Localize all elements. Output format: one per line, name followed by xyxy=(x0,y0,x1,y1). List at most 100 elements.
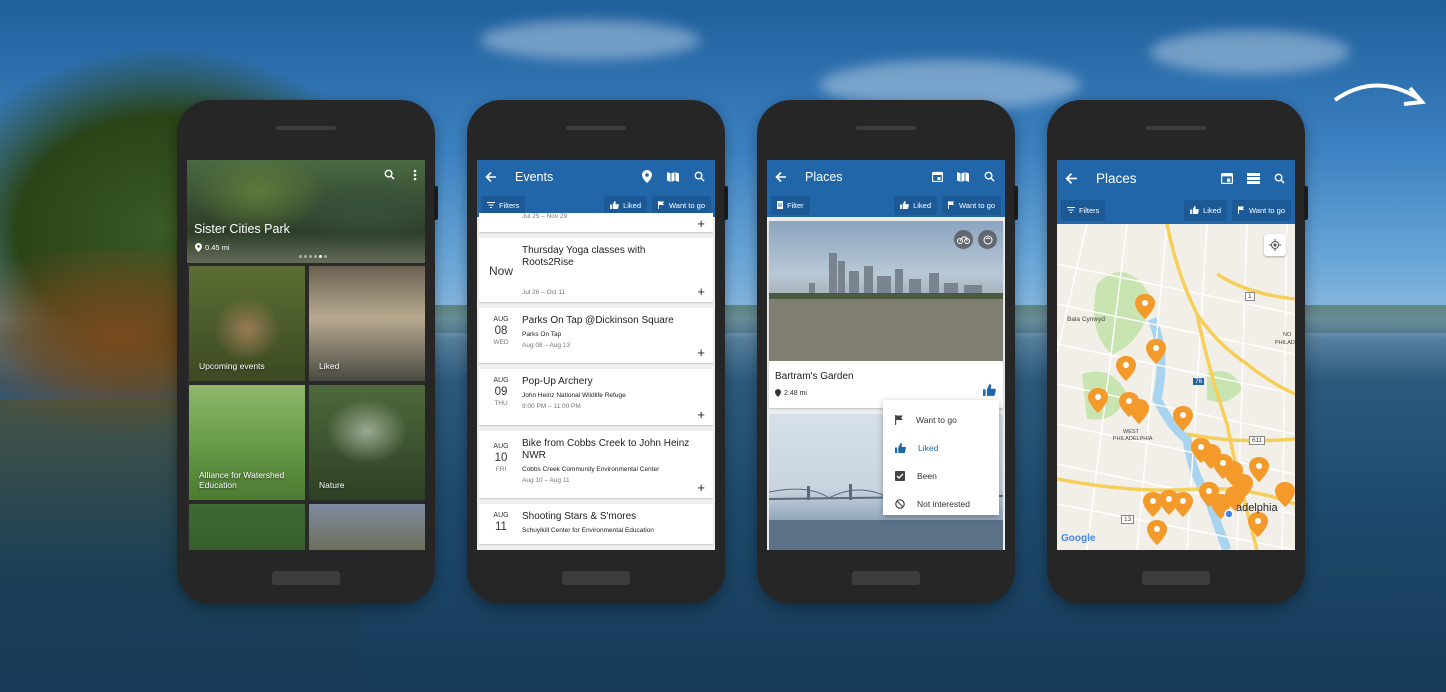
places-screen: Places Filter Liked Want to go Bartram's… xyxy=(767,160,1005,550)
flag-icon xyxy=(1238,206,1245,214)
want-to-go-filter-button[interactable]: Want to go xyxy=(1232,199,1291,221)
menu-liked[interactable]: Liked xyxy=(883,434,999,462)
back-arrow-icon[interactable] xyxy=(1065,172,1078,185)
tile-statue[interactable] xyxy=(309,504,425,550)
check-box-icon xyxy=(895,471,905,481)
map-label: PHILADELPHIA xyxy=(1113,436,1153,442)
block-icon xyxy=(895,499,905,509)
calendar-icon[interactable] xyxy=(929,169,945,185)
search-icon[interactable] xyxy=(981,169,997,185)
location-pin-icon[interactable] xyxy=(639,169,655,185)
search-icon[interactable] xyxy=(384,169,395,180)
water-icon xyxy=(978,230,997,249)
back-arrow-icon[interactable] xyxy=(775,171,787,183)
event-month: AUG xyxy=(493,316,509,323)
home-button[interactable] xyxy=(272,571,340,585)
add-icon[interactable]: + xyxy=(697,345,705,360)
phone-home: Sister Cities Park 0.45 mi Upcoming even… xyxy=(177,100,438,604)
filter-button[interactable]: Filter xyxy=(771,195,810,215)
map-label: Bala Cynwyd xyxy=(1067,316,1105,323)
add-icon[interactable]: + xyxy=(697,216,705,231)
event-time: Aug 10 – Aug 11 xyxy=(522,477,570,484)
tile-alliance-watershed[interactable]: Alliance for Watershed Education xyxy=(189,385,305,500)
tile-nature[interactable]: Nature xyxy=(309,385,425,500)
filter-icon xyxy=(487,202,495,208)
menu-label: Want to go xyxy=(916,415,957,425)
add-icon[interactable]: + xyxy=(697,284,705,299)
event-date: AUG 10 FRI xyxy=(483,443,519,473)
menu-not-interested[interactable]: Not interested xyxy=(883,490,999,518)
event-weekday: WED xyxy=(493,339,509,346)
carousel-dots[interactable] xyxy=(299,255,327,258)
event-day: 10 xyxy=(494,452,508,464)
park-title: Sister Cities Park xyxy=(194,222,290,236)
back-arrow-icon[interactable] xyxy=(485,171,497,183)
phone-places-map: Places Filters Liked Want to go Bala Cyn… xyxy=(1047,100,1308,604)
speaker xyxy=(1146,126,1206,130)
phone-events: Events Filters Liked Want to go Jul 25 –… xyxy=(467,100,728,604)
chip-label: Want to go xyxy=(1249,205,1285,215)
filters-button[interactable]: Filters xyxy=(1061,199,1106,221)
route-shield: 1 xyxy=(1245,292,1255,301)
screen-title: Places xyxy=(1096,170,1137,186)
event-list: Jul 25 – Nov 29 + Now Thursday Yoga clas… xyxy=(477,210,715,550)
event-card-partial[interactable]: Jul 25 – Nov 29 + xyxy=(479,213,713,232)
bike-icon xyxy=(954,230,973,249)
chip-label: Liked xyxy=(913,200,931,210)
screen-title: Events xyxy=(515,169,554,184)
event-card[interactable]: AUG 11 Shooting Stars & S'mores Schuylki… xyxy=(479,504,713,544)
tile-forest[interactable] xyxy=(189,504,305,550)
liked-filter-button[interactable]: Liked xyxy=(1184,199,1227,221)
screen-title: Places xyxy=(805,169,843,184)
liked-filter-button[interactable]: Liked xyxy=(894,195,937,215)
event-weekday: FRI xyxy=(495,466,507,473)
my-location-button[interactable] xyxy=(1264,234,1286,256)
home-button[interactable] xyxy=(852,571,920,585)
event-card[interactable]: AUG 10 FRI Bike from Cobbs Creek to John… xyxy=(479,431,713,498)
tile-upcoming-events[interactable]: Upcoming events xyxy=(189,266,305,381)
thumb-up-icon[interactable] xyxy=(983,384,996,396)
side-button xyxy=(1014,186,1018,220)
chip-label: Filter xyxy=(787,200,804,210)
home-button[interactable] xyxy=(562,571,630,585)
search-icon[interactable] xyxy=(1271,170,1287,186)
event-name: Parks On Tap @Dickinson Square xyxy=(522,315,674,326)
more-vert-icon[interactable] xyxy=(413,169,417,181)
event-now-label: Now xyxy=(488,264,513,278)
home-screen: Sister Cities Park 0.45 mi Upcoming even… xyxy=(187,160,425,550)
map-city-label: adelphia xyxy=(1236,502,1278,514)
app-bar: Places xyxy=(1057,160,1295,196)
home-button[interactable] xyxy=(1142,571,1210,585)
event-day: 11 xyxy=(495,521,507,533)
place-card[interactable]: Bartram's Garden 2.48 mi xyxy=(769,221,1003,408)
event-card[interactable]: Now Thursday Yoga classes with Roots2Ris… xyxy=(479,238,713,302)
event-card[interactable]: AUG 08 WED Parks On Tap @Dickinson Squar… xyxy=(479,308,713,363)
map-icon[interactable] xyxy=(955,169,971,185)
chip-label: Filters xyxy=(499,200,520,210)
places-map[interactable]: Bala Cynwyd WEST PHILADELPHIA NO PHILAD … xyxy=(1057,224,1295,550)
tile-liked[interactable]: Liked xyxy=(309,266,425,381)
park-distance: 0.45 mi xyxy=(195,243,230,252)
add-icon[interactable]: + xyxy=(697,407,705,422)
places-map-screen: Places Filters Liked Want to go Bala Cyn… xyxy=(1057,160,1295,550)
menu-been[interactable]: Been xyxy=(883,462,999,490)
side-button xyxy=(1304,186,1308,220)
speaker xyxy=(276,126,336,130)
list-icon[interactable] xyxy=(1245,170,1261,186)
calendar-icon[interactable] xyxy=(1219,170,1235,186)
add-icon[interactable]: + xyxy=(697,480,705,495)
side-button xyxy=(434,186,438,220)
want-to-go-filter-button[interactable]: Want to go xyxy=(942,195,1001,215)
speaker xyxy=(856,126,916,130)
flag-icon xyxy=(895,415,903,425)
thumb-up-icon xyxy=(1190,206,1199,214)
menu-want-to-go[interactable]: Want to go xyxy=(883,406,999,434)
event-card[interactable]: AUG 09 THU Pop-Up Archery John Heinz Nat… xyxy=(479,369,713,425)
next-arrow-icon[interactable] xyxy=(1330,70,1430,120)
event-weekday: THU xyxy=(494,400,508,407)
tile-label: Upcoming events xyxy=(199,361,265,371)
search-icon[interactable] xyxy=(691,169,707,185)
speaker xyxy=(566,126,626,130)
featured-park-banner[interactable]: Sister Cities Park 0.45 mi xyxy=(187,160,425,263)
map-icon[interactable] xyxy=(665,169,681,185)
